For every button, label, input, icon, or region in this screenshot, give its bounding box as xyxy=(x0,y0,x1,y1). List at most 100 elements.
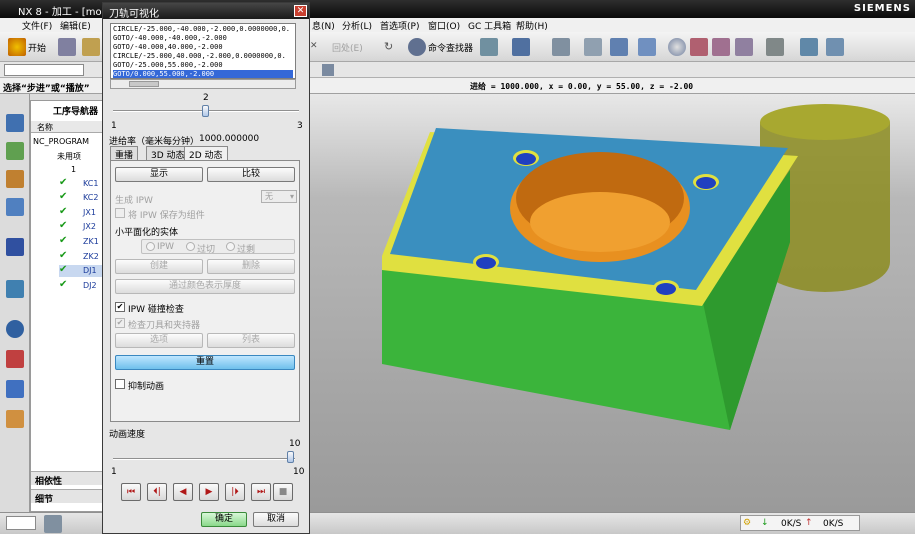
command-finder-icon xyxy=(408,38,426,56)
save-ipw-checkbox[interactable] xyxy=(115,208,125,218)
gcode-line[interactable]: GOTO/-40.000,-40.000,-2.000 xyxy=(113,34,293,43)
close-x-icon[interactable]: ✕ xyxy=(310,41,318,51)
cube-icon[interactable] xyxy=(735,38,753,56)
create-button[interactable]: 创建 xyxy=(115,259,203,274)
navigator-header: 名称 xyxy=(31,121,109,133)
speed-slider-max: 10 xyxy=(293,467,305,477)
reset-button[interactable]: 重置 xyxy=(115,355,295,370)
chevron-down-icon: ▾ xyxy=(289,192,294,201)
menu-info[interactable]: 息(N) xyxy=(312,19,335,32)
display-button[interactable]: 显示 xyxy=(115,167,203,182)
play-button[interactable]: ▶ xyxy=(199,483,219,501)
menu-edit[interactable]: 编辑(E) xyxy=(60,19,91,32)
delete-button[interactable]: 删除 xyxy=(207,259,295,274)
machine-tool-icon[interactable] xyxy=(6,142,24,160)
gcode-line[interactable]: GOTO/-40.000,40.000,-2.000 xyxy=(113,43,293,52)
check-tool-holder-checkbox[interactable]: ✔ xyxy=(115,318,125,328)
rewind-to-start-button[interactable]: ⏮ xyxy=(121,483,141,501)
system-icon[interactable] xyxy=(6,410,24,428)
command-finder-button[interactable]: 命令查找器 xyxy=(428,41,473,54)
nc-program-node[interactable]: NC_PROGRAM xyxy=(33,137,89,146)
compare-button[interactable]: 比较 xyxy=(207,167,295,182)
process-icon[interactable] xyxy=(6,350,24,368)
tab-replay[interactable]: 重播 xyxy=(110,146,139,161)
listing-scrollbar[interactable] xyxy=(110,79,296,89)
menu-file[interactable]: 文件(F) xyxy=(22,19,52,32)
play-reverse-button[interactable]: ◀ xyxy=(173,483,193,501)
display-icon[interactable] xyxy=(800,38,818,56)
layer-icon[interactable] xyxy=(552,38,570,56)
menu-gc-toolbox[interactable]: GC 工具箱 xyxy=(468,19,511,32)
download-arrow-icon: ↓ xyxy=(761,518,769,528)
gcode-line[interactable]: CIRCLE/-25.000,40.000,-2.000,0.0000000,0… xyxy=(113,52,293,61)
geometry-icon[interactable] xyxy=(6,170,24,188)
list-button[interactable]: 列表 xyxy=(207,333,295,348)
menu-analysis[interactable]: 分析(L) xyxy=(342,19,372,32)
thickness-by-color-button[interactable]: 通过颜色表示厚度 xyxy=(115,279,295,294)
open-folder-icon[interactable] xyxy=(82,38,100,56)
undo-disabled-button[interactable]: 回处(E) xyxy=(332,41,363,54)
snap-select[interactable] xyxy=(6,516,36,530)
facet-radio-group: IPW 过切 过剩 xyxy=(141,239,295,255)
menu-help[interactable]: 帮助(H) xyxy=(516,19,548,32)
sphere-icon[interactable] xyxy=(668,38,686,56)
gcode-line[interactable]: CIRCLE/-25.000,-40.000,-2.000,0.0000000,… xyxy=(113,25,293,34)
show-hide-icon[interactable] xyxy=(826,38,844,56)
new-file-icon[interactable] xyxy=(58,38,76,56)
graphics-window[interactable] xyxy=(310,94,915,512)
gcode-line[interactable]: GOTO/-25.000,55.000,-2.000 xyxy=(113,61,293,70)
operation-navigator-icon[interactable] xyxy=(6,114,24,132)
snap-icon[interactable] xyxy=(512,38,530,56)
color-icon[interactable] xyxy=(766,38,784,56)
tab-2d-dynamic[interactable]: 2D 动态 xyxy=(184,146,228,161)
cancel-button[interactable]: 取消 xyxy=(253,512,299,527)
details-panel[interactable]: 细节 xyxy=(31,489,109,505)
ok-button[interactable]: 确定 xyxy=(201,512,247,527)
download-rate: 0K/S xyxy=(781,519,802,529)
edit-object-icon[interactable] xyxy=(712,38,730,56)
type-filter-select[interactable] xyxy=(4,64,84,76)
speed-slider-value: 10 xyxy=(289,439,301,449)
stop-button[interactable]: ■ xyxy=(273,483,293,501)
name-column-header[interactable]: 名称 xyxy=(37,122,53,133)
layer-settings-icon[interactable] xyxy=(44,515,62,533)
redo-icon[interactable]: ↻ xyxy=(384,40,393,53)
unused-node[interactable]: 未用项 xyxy=(57,151,81,162)
dependencies-panel[interactable]: 相依性 xyxy=(31,471,109,487)
scrollbar-thumb[interactable] xyxy=(129,81,159,87)
web-icon[interactable] xyxy=(6,238,24,256)
history-icon[interactable] xyxy=(6,320,24,338)
generate-ipw-select[interactable]: 无 ▾ xyxy=(261,190,297,203)
suppress-animation-checkbox[interactable] xyxy=(115,379,125,389)
collision-check-checkbox[interactable]: ✔ xyxy=(115,302,125,312)
palette-icon[interactable] xyxy=(6,280,24,298)
toolpath-listing[interactable]: CIRCLE/-25.000,-40.000,-2.000,0.0000000,… xyxy=(110,23,296,79)
method-icon[interactable] xyxy=(6,198,24,216)
step-back-button[interactable]: ⏴| xyxy=(147,483,167,501)
section-icon[interactable] xyxy=(690,38,708,56)
speed-slider-min: 1 xyxy=(111,467,117,477)
radio-ipw[interactable] xyxy=(146,242,155,251)
render-style-icon[interactable] xyxy=(638,38,656,56)
start-button[interactable]: 开始 xyxy=(28,41,46,54)
speed-slider-track[interactable] xyxy=(113,458,295,460)
program-group-node[interactable]: 1 xyxy=(71,165,76,174)
view-orient-icon[interactable] xyxy=(610,38,628,56)
step-slider-thumb[interactable] xyxy=(202,105,209,117)
filter-icon[interactable] xyxy=(322,64,334,76)
options-button[interactable]: 选项 xyxy=(115,333,203,348)
radio-excess[interactable] xyxy=(226,242,235,251)
radio-overcut[interactable] xyxy=(186,242,195,251)
fast-forward-button[interactable]: ⏭ xyxy=(251,483,271,501)
gcode-line-selected[interactable]: GOTO/0.000,55.000,-2.000 xyxy=(113,70,293,78)
speed-slider-thumb[interactable] xyxy=(287,451,294,463)
assembly-icon[interactable] xyxy=(480,38,498,56)
step-forward-button[interactable]: |⏵ xyxy=(225,483,245,501)
tab-3d-dynamic[interactable]: 3D 动态 xyxy=(146,146,190,161)
menu-preferences[interactable]: 首选项(P) xyxy=(380,19,419,32)
menu-window[interactable]: 窗口(O) xyxy=(428,19,460,32)
close-icon[interactable]: ✕ xyxy=(294,5,307,17)
wcs-icon[interactable] xyxy=(584,38,602,56)
role-icon[interactable] xyxy=(6,380,24,398)
brand-logo: SIEMENS xyxy=(853,3,911,14)
